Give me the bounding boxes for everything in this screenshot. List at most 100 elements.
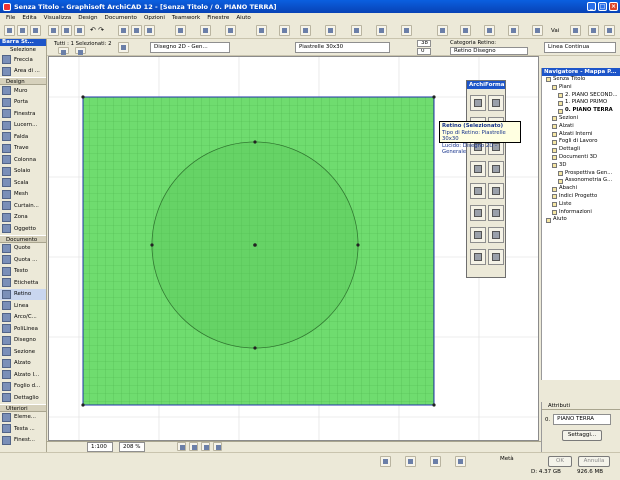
snap-guide-icon[interactable] [200, 25, 211, 36]
box-icon[interactable] [470, 183, 486, 199]
new-file-icon[interactable] [4, 25, 15, 36]
nav-item[interactable]: 2. PIANO SECOND... [542, 92, 620, 100]
story-name-field[interactable]: PIANO TERRA [553, 414, 612, 425]
tool-beam[interactable]: Trave [0, 143, 46, 155]
nav-item-active[interactable]: 0. PIANO TERRA [542, 107, 620, 115]
tangent-icon[interactable] [488, 205, 504, 221]
pan-small-icon[interactable] [201, 442, 210, 451]
snap-division-label[interactable]: Metà [500, 456, 514, 462]
tool-detail[interactable]: Dettaglio [0, 392, 46, 404]
ok-button[interactable]: OK [548, 456, 572, 467]
undo-redo-icon[interactable]: ↶ ↷ [90, 26, 104, 34]
navigator-icon[interactable] [570, 25, 581, 36]
fill-pattern-select[interactable]: Piastrelle 30x30 [295, 42, 390, 53]
nav-item[interactable]: Piani [542, 84, 620, 92]
nav-item[interactable]: Alzati [542, 123, 620, 131]
cancel-button[interactable]: Annulla [578, 456, 610, 467]
snap-mode-icon[interactable] [380, 456, 391, 467]
cube-icon[interactable] [470, 95, 486, 111]
menu-documento[interactable]: Documento [105, 15, 137, 21]
tool-zone[interactable]: Zona [0, 212, 46, 224]
zoom-field[interactable]: 208 % [119, 442, 145, 452]
layer-select[interactable]: Disegno 2D - Gen... [150, 42, 230, 53]
tool-window-more[interactable]: Finest... [0, 435, 46, 447]
tool-level-dimension[interactable]: Quota ... [0, 254, 46, 266]
select-arrow-icon[interactable] [118, 25, 129, 36]
grid-snap-icon[interactable] [256, 25, 267, 36]
scale-field[interactable]: 1:100 [87, 442, 113, 452]
menu-opzioni[interactable]: Opzioni [144, 15, 165, 21]
tool-dimension[interactable]: Quote [0, 243, 46, 255]
copy-icon[interactable] [61, 25, 72, 36]
zoom-in-icon[interactable] [460, 25, 471, 36]
tool-slab[interactable]: Solaio [0, 166, 46, 178]
sphere-icon[interactable] [470, 161, 486, 177]
goto-label[interactable]: Vai [551, 28, 559, 34]
nav-item[interactable]: Liste [542, 201, 620, 209]
menu-teamwork[interactable]: Teamwork [172, 15, 200, 21]
nav-item[interactable]: Assonometria G... [542, 177, 620, 185]
tool-line[interactable]: Linea [0, 300, 46, 312]
attributes-title[interactable]: Attributi [542, 402, 620, 410]
rectangle-method-icon[interactable] [75, 47, 86, 55]
fit-window-icon[interactable] [484, 25, 495, 36]
magic-wand-icon[interactable] [175, 25, 186, 36]
syringe-icon[interactable] [144, 25, 155, 36]
palette-title[interactable]: ArchiForma [467, 81, 505, 89]
tool-worksheet[interactable]: Foglio d... [0, 381, 46, 393]
menu-visualizza[interactable]: Visualizza [44, 15, 72, 21]
constraint-icon[interactable] [405, 456, 416, 467]
layers-icon[interactable] [470, 249, 486, 265]
nav-item[interactable]: 3D [542, 162, 620, 170]
tool-element[interactable]: Eleme... [0, 412, 46, 424]
offset-icon[interactable] [455, 456, 466, 467]
elevation-icon[interactable] [351, 25, 362, 36]
fill-settings-icon[interactable] [118, 42, 129, 53]
nav-item[interactable]: Dettagli [542, 146, 620, 154]
nav-item[interactable]: Alzati Interni [542, 131, 620, 139]
tool-marquee[interactable]: Area di ... [0, 66, 46, 78]
gravity-icon[interactable] [225, 25, 236, 36]
cut-icon[interactable] [48, 25, 59, 36]
line-type-select[interactable]: Linea Continua [544, 42, 616, 53]
nav-item[interactable]: 1. PIANO PRIMO [542, 99, 620, 107]
3d-view-icon[interactable] [300, 25, 311, 36]
publish-icon[interactable] [401, 25, 412, 36]
trace-icon[interactable] [279, 25, 290, 36]
fit-small-icon[interactable] [213, 442, 222, 451]
sweep-icon[interactable] [488, 183, 504, 199]
nav-item[interactable]: Informazioni [542, 209, 620, 217]
nav-item[interactable]: Senza Titolo [542, 76, 620, 84]
menu-finestre[interactable]: Finestre [207, 15, 229, 21]
maximize-button[interactable]: □ [598, 2, 607, 11]
zoom-out-icon[interactable] [508, 25, 519, 36]
tool-head[interactable]: Testa ... [0, 423, 46, 435]
teamwork-icon[interactable] [604, 25, 615, 36]
tool-object[interactable]: Oggetto [0, 223, 46, 235]
nav-item[interactable]: Sezioni [542, 115, 620, 123]
tool-elevation[interactable]: Alzato [0, 358, 46, 370]
tool-interior-elevation[interactable]: Alzato I... [0, 369, 46, 381]
nav-item[interactable]: Abachi [542, 185, 620, 193]
navigator-title[interactable]: Navigatore - Mappa P... [542, 68, 620, 76]
settings-button[interactable]: Settaggi... [562, 430, 602, 441]
info-box-icon[interactable] [437, 25, 448, 36]
save-icon[interactable] [30, 25, 41, 36]
tool-roof[interactable]: Falda [0, 131, 46, 143]
tool-skylight[interactable]: Lucern... [0, 120, 46, 132]
close-button[interactable]: × [609, 2, 618, 11]
tool-label[interactable]: Etichetta [0, 277, 46, 289]
menu-edita[interactable]: Edita [22, 15, 36, 21]
torus-icon[interactable] [488, 161, 504, 177]
pen-number-field[interactable]: 38 [417, 40, 431, 47]
minimize-button[interactable]: _ [587, 2, 596, 11]
eyedropper-icon[interactable] [131, 25, 142, 36]
relative-construction-icon[interactable] [430, 456, 441, 467]
tool-fill[interactable]: Retino [0, 288, 46, 300]
nav-item[interactable]: Prospettiva Gen... [542, 170, 620, 178]
profile-icon[interactable] [470, 227, 486, 243]
tool-curtain-wall[interactable]: Curtain... [0, 200, 46, 212]
help-question-icon[interactable] [488, 249, 504, 265]
zoom-in-small-icon[interactable] [177, 442, 186, 451]
pan-icon[interactable] [532, 25, 543, 36]
